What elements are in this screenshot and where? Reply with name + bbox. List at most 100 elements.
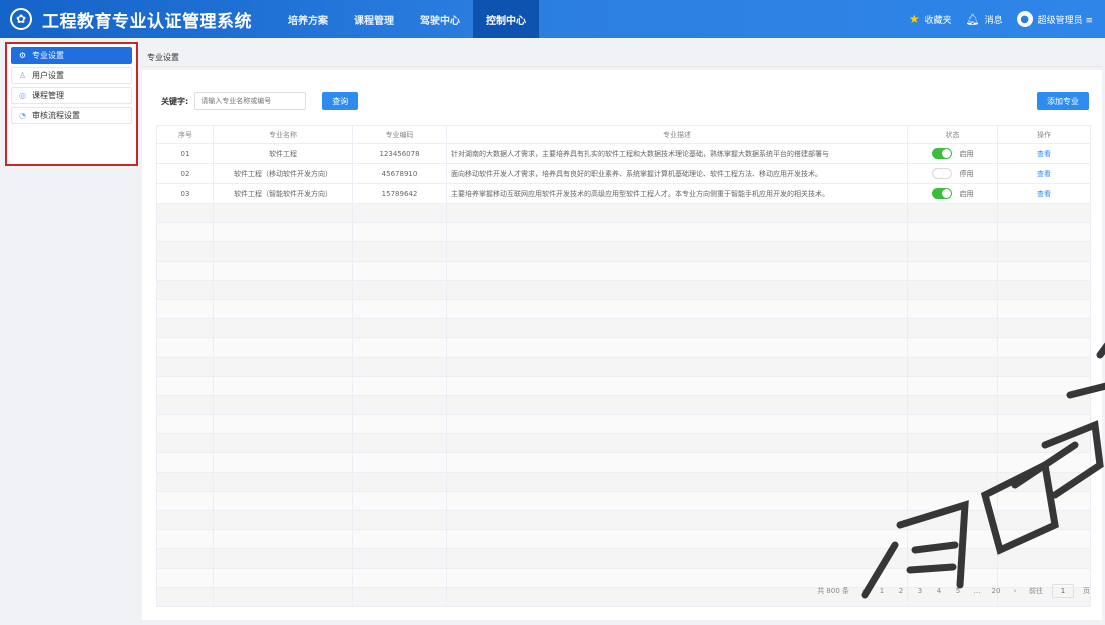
empty-row (156, 414, 1091, 435)
favorites-label: 收藏夹 (924, 15, 952, 26)
col-header-index: 序号 (156, 125, 214, 144)
empty-row (156, 490, 1091, 512)
empty-row (156, 279, 1091, 300)
keyword-label: 关键字: (161, 96, 189, 106)
book-icon: ◎ (19, 91, 26, 100)
nav-tab-dashboard[interactable]: 驾驶中心 (407, 0, 473, 38)
user-label: 超级管理员 ≡ (1037, 15, 1093, 26)
nav-tab-training-plan[interactable]: 培养方案 (275, 0, 341, 38)
cell-description: 面向移动软件开发人才需求，培养具有良好的职业素养、系统掌握计算机基础理论、软件工… (446, 163, 908, 184)
cell-action: 查看 (997, 143, 1091, 164)
status-label: 启用 (959, 189, 974, 198)
messages-label: 消息 (984, 15, 1003, 26)
messages-link[interactable]: 🔔︎ 消息 (966, 13, 1003, 26)
empty-row (156, 260, 1091, 281)
empty-row (156, 509, 1091, 531)
add-major-button[interactable]: 添加专业 (1037, 92, 1089, 110)
page-button[interactable]: 20 (991, 587, 1001, 595)
gear-icon: ⚙ (18, 51, 27, 60)
main-panel: 关键字: 查询 添加专业 序号 专业名称 专业编码 专业描述 状态 操作 01 … (142, 70, 1102, 620)
col-header-status: 状态 (907, 125, 998, 144)
table-row: 01 软件工程 123456078 针对湖南的大数据人才需求，主要培养具有扎实的… (156, 143, 1091, 164)
cell-description: 主要培养掌握移动互联网应用软件开发技术的高级应用型软件工程人才。本专业方向侧重于… (446, 183, 908, 204)
nav-tab-course-management[interactable]: 课程管理 (341, 0, 407, 38)
table-row: 02 软件工程（移动软件开发方向） 45678910 面向移动软件开发人才需求，… (156, 163, 1091, 184)
cell-index: 03 (156, 183, 214, 204)
cell-action: 查看 (997, 163, 1091, 184)
breadcrumb-divider (142, 66, 1102, 67)
logo-icon: ✿ (10, 8, 32, 30)
empty-row (156, 222, 1091, 243)
empty-row (156, 356, 1091, 377)
breadcrumb: 专业设置 (147, 53, 179, 62)
status-toggle[interactable] (931, 148, 952, 159)
page-button[interactable]: 5 (953, 587, 963, 595)
bell-icon: 🔔︎ (965, 12, 980, 26)
star-icon: ★ (908, 12, 920, 26)
table-header-row: 序号 专业名称 专业编码 专业描述 状态 操作 (156, 125, 1091, 144)
cell-description: 针对湖南的大数据人才需求，主要培养具有扎实的软件工程和大数据技术理论基础，熟练掌… (446, 143, 908, 164)
status-toggle[interactable] (931, 168, 952, 179)
keyword-input[interactable] (194, 92, 307, 110)
cell-index: 02 (156, 163, 214, 184)
view-link[interactable]: 查看 (1037, 150, 1051, 158)
col-header-code: 专业编码 (352, 125, 447, 144)
cell-code: 45678910 (352, 163, 447, 184)
favorites-link[interactable]: ★ 收藏夹 (909, 12, 952, 26)
empty-row (156, 241, 1091, 262)
user-icon: ♙ (18, 71, 27, 80)
cell-index: 01 (156, 143, 214, 164)
view-link[interactable]: 查看 (1037, 170, 1051, 178)
page-button[interactable]: 2 (896, 587, 906, 595)
user-menu[interactable]: ● 超级管理员 ≡ (1016, 11, 1093, 27)
empty-row (156, 452, 1091, 473)
sidebar-item-user-settings[interactable]: ♙ 用户设置 (11, 67, 132, 84)
prev-page-button[interactable]: ‹ (858, 587, 868, 595)
page-button[interactable]: 4 (934, 587, 944, 595)
cell-status: 启用 (907, 143, 998, 164)
empty-row (156, 337, 1091, 358)
goto-label: 前往 (1029, 587, 1043, 595)
view-link[interactable]: 查看 (1037, 190, 1051, 198)
next-page-button[interactable]: › (1010, 587, 1020, 595)
page-jump-input[interactable]: 1 (1052, 584, 1074, 598)
page-suffix: 页 (1083, 587, 1090, 595)
sidebar-item-label: 专业设置 (32, 51, 64, 60)
logo-area: ✿ 工程教育专业认证管理系统 (0, 7, 270, 32)
status-toggle[interactable] (931, 188, 952, 199)
empty-row (156, 318, 1091, 339)
empty-row (156, 529, 1091, 550)
empty-row (156, 394, 1091, 416)
empty-row (156, 433, 1091, 454)
total-count: 共 800 条 (817, 587, 849, 595)
cell-name: 软件工程 (213, 143, 353, 164)
cell-name: 软件工程（智能软件开发方向） (213, 183, 353, 204)
app-title: 工程教育专业认证管理系统 (42, 11, 252, 32)
cell-code: 123456078 (352, 143, 447, 164)
main-nav: 培养方案 课程管理 驾驶中心 控制中心 (275, 0, 539, 38)
query-button[interactable]: 查询 (322, 92, 359, 110)
header-actions: ★ 收藏夹 🔔︎ 消息 ● 超级管理员 ≡ (909, 11, 1105, 27)
search-bar: 关键字: 查询 (161, 92, 359, 110)
empty-row (156, 375, 1091, 396)
nav-tab-control-center[interactable]: 控制中心 (473, 0, 539, 38)
empty-row (156, 471, 1091, 492)
top-header: ✿ 工程教育专业认证管理系统 培养方案 课程管理 驾驶中心 控制中心 ★ 收藏夹… (0, 0, 1105, 38)
table-row: 03 软件工程（智能软件开发方向） 15789642 主要培养掌握移动互联网应用… (156, 183, 1091, 204)
major-table: 序号 专业名称 专业编码 专业描述 状态 操作 01 软件工程 12345607… (156, 125, 1091, 607)
status-label: 停用 (959, 169, 974, 178)
cell-status: 停用 (907, 163, 998, 184)
sidebar-item-review-flow[interactable]: ◔ 审核流程设置 (11, 107, 132, 124)
col-header-name: 专业名称 (213, 125, 353, 144)
cell-name: 软件工程（移动软件开发方向） (213, 163, 353, 184)
sidebar-item-course-management[interactable]: ◎ 课程管理 (11, 87, 132, 104)
avatar-icon: ● (1016, 11, 1033, 27)
page-button[interactable]: 3 (915, 587, 925, 595)
status-label: 启用 (959, 149, 974, 158)
sidebar-item-label: 审核流程设置 (32, 111, 80, 120)
page-button[interactable]: 1 (877, 587, 887, 595)
cell-action: 查看 (997, 183, 1091, 204)
cell-code: 15789642 (352, 183, 447, 204)
col-header-action: 操作 (997, 125, 1091, 144)
sidebar-item-major-settings[interactable]: ⚙ 专业设置 (11, 47, 132, 64)
